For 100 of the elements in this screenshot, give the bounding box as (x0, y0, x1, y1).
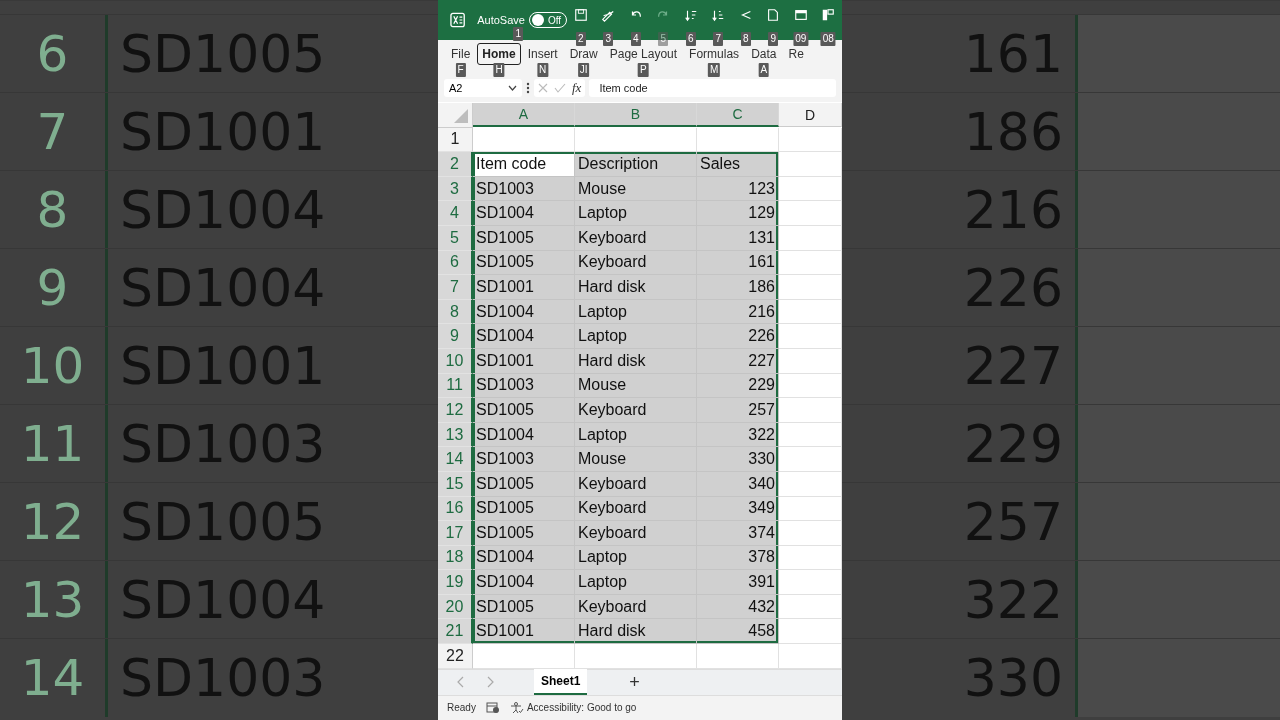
accessibility-icon[interactable] (509, 701, 524, 714)
table-cell[interactable] (697, 644, 779, 669)
row-header[interactable]: 6 (438, 250, 473, 276)
sheet-tab[interactable]: Sheet1 (534, 669, 588, 696)
table-cell[interactable]: SD1001 (473, 275, 575, 300)
table-cell[interactable]: Keyboard (575, 398, 697, 423)
table-cell[interactable]: SD1003 (473, 176, 575, 202)
table-cell[interactable]: Keyboard (575, 521, 697, 546)
table-cell[interactable]: SD1005 (473, 471, 575, 497)
table-cell[interactable]: Laptop (575, 545, 697, 571)
table-cell[interactable]: Laptop (575, 201, 697, 226)
chevron-down-icon[interactable] (508, 85, 517, 91)
row-header[interactable]: 22 (438, 644, 473, 669)
table-cell[interactable]: Laptop (575, 324, 697, 349)
table-cell[interactable]: Keyboard (575, 225, 697, 251)
table-cell[interactable]: 340 (697, 471, 779, 497)
table-cell[interactable]: Description (575, 152, 697, 177)
table-cell[interactable]: Mouse (575, 176, 697, 202)
row-header[interactable]: 10 (438, 348, 473, 374)
row-header[interactable]: 4 (438, 201, 473, 226)
table-cell[interactable]: Hard disk (575, 275, 697, 300)
doc-icon[interactable] (766, 8, 781, 22)
table-cell[interactable]: SD1001 (473, 348, 575, 374)
table-cell[interactable]: Keyboard (575, 471, 697, 497)
more-icon[interactable] (526, 82, 530, 94)
row-header[interactable]: 18 (438, 545, 473, 571)
table-cell[interactable]: 330 (697, 447, 779, 472)
check-icon[interactable] (554, 83, 566, 93)
ribbon-tab[interactable]: Insert (522, 43, 563, 65)
row-header[interactable]: 12 (438, 398, 473, 423)
table-cell[interactable]: SD1004 (473, 545, 575, 571)
table-cell[interactable]: SD1004 (473, 422, 575, 448)
table-cell[interactable] (575, 644, 697, 669)
table-cell[interactable]: Hard disk (575, 348, 697, 374)
table-cell[interactable]: 432 (697, 594, 779, 620)
formula-field[interactable]: Item code (589, 79, 836, 97)
ribbon-tab[interactable]: Re (783, 43, 809, 65)
table-cell[interactable]: 229 (697, 373, 779, 399)
table-cell[interactable]: SD1005 (473, 594, 575, 620)
row-header[interactable]: 15 (438, 471, 473, 497)
table-cell[interactable]: SD1004 (473, 324, 575, 349)
table-cell[interactable]: Keyboard (575, 594, 697, 620)
accessibility-status[interactable]: Accessibility: Good to go (526, 702, 637, 714)
ribbon-tab[interactable]: Formulas (684, 43, 745, 65)
table-icon[interactable] (793, 8, 808, 22)
table-cell[interactable]: 322 (697, 422, 779, 448)
row-header[interactable]: 11 (438, 373, 473, 399)
table-cell[interactable]: 374 (697, 521, 779, 546)
sort-up-icon[interactable] (683, 8, 698, 22)
row-header[interactable]: 5 (438, 225, 473, 251)
table-cell[interactable]: Hard disk (575, 619, 697, 645)
table-cell[interactable]: SD1004 (473, 201, 575, 226)
table-cell[interactable]: Keyboard (575, 496, 697, 522)
table-cell[interactable]: 216 (697, 299, 779, 325)
row-header[interactable]: 16 (438, 496, 473, 522)
ribbon-tab[interactable]: Page Layout (604, 43, 683, 65)
table-cell[interactable]: Laptop (575, 570, 697, 595)
cancel-icon[interactable] (538, 83, 548, 93)
table-cell[interactable]: SD1005 (473, 496, 575, 522)
column-header[interactable]: D (779, 103, 842, 127)
ribbon-tab[interactable]: Draw (564, 43, 603, 65)
table-cell[interactable]: 161 (697, 250, 779, 276)
pen-icon[interactable] (601, 8, 616, 22)
name-box[interactable]: A2 (444, 79, 522, 97)
table-cell[interactable]: Keyboard (575, 250, 697, 276)
macro-record-icon[interactable] (485, 701, 500, 714)
save-icon[interactable] (573, 8, 588, 22)
insert-function-button[interactable]: fx (572, 80, 582, 96)
table-cell[interactable]: 349 (697, 496, 779, 522)
column-header[interactable]: C (697, 103, 779, 127)
table-cell[interactable]: 186 (697, 275, 779, 300)
ribbon-tab[interactable]: File (446, 43, 476, 65)
table-cell[interactable]: 458 (697, 619, 779, 645)
row-header[interactable]: 3 (438, 176, 473, 202)
table-cell[interactable] (473, 644, 575, 669)
layout-icon[interactable] (821, 8, 836, 22)
table-cell[interactable]: Laptop (575, 422, 697, 448)
table-cell[interactable]: SD1003 (473, 447, 575, 472)
table-cell[interactable]: Mouse (575, 373, 697, 399)
table-cell[interactable]: Item code (473, 152, 575, 177)
table-cell[interactable]: SD1005 (473, 250, 575, 276)
row-header[interactable]: 14 (438, 447, 473, 472)
table-cell[interactable]: 131 (697, 225, 779, 251)
row-header[interactable]: 13 (438, 422, 473, 448)
column-header[interactable]: A (473, 103, 575, 127)
row-header[interactable]: 9 (438, 324, 473, 349)
table-cell[interactable]: SD1004 (473, 299, 575, 325)
row-header[interactable]: 8 (438, 299, 473, 325)
table-cell[interactable]: SD1005 (473, 521, 575, 546)
table-cell[interactable]: SD1005 (473, 398, 575, 423)
table-cell[interactable]: 226 (697, 324, 779, 349)
column-header[interactable]: B (575, 103, 697, 127)
table-cell[interactable]: 129 (697, 201, 779, 226)
row-header[interactable]: 21 (438, 619, 473, 645)
table-cell[interactable]: 257 (697, 398, 779, 423)
table-cell[interactable]: SD1001 (473, 619, 575, 645)
row-header[interactable]: 2 (438, 152, 473, 177)
table-cell[interactable]: Laptop (575, 299, 697, 325)
row-header[interactable]: 17 (438, 521, 473, 546)
table-cell[interactable]: 123 (697, 176, 779, 202)
